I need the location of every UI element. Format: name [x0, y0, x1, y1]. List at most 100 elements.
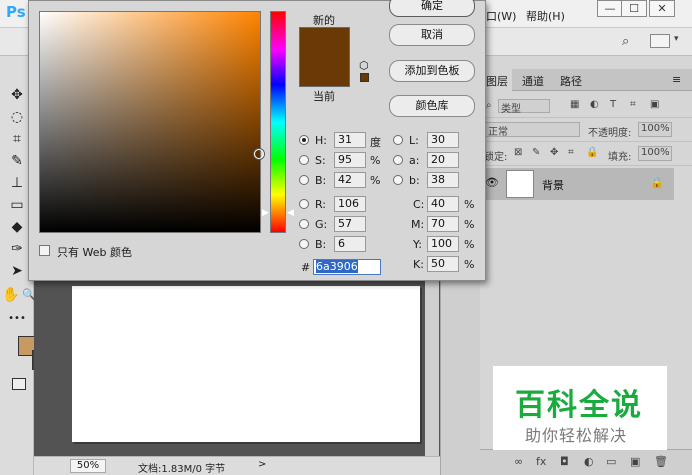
filter-smart-icon[interactable]: ▣ [650, 99, 659, 110]
saturation-field[interactable]: 95 [334, 152, 366, 168]
lab-a-label: a: [409, 154, 420, 167]
color-picker-dialog: ▶ ◀ 新的 当前 ⬡ 确定 取消 添加到色板 颜色库 H: 31 度 S: 9… [28, 0, 486, 281]
minimize-button[interactable]: — [597, 0, 623, 17]
hex-field[interactable]: 6a3906 [313, 259, 381, 275]
lock-all-icon[interactable]: 🔒 [586, 147, 598, 158]
yellow-unit: % [464, 238, 475, 251]
fill-label: 填充: [608, 152, 632, 163]
maximize-button[interactable]: ☐ [621, 0, 647, 17]
add-mask-icon[interactable]: ◘ [560, 455, 569, 468]
filter-type-select[interactable]: 类型 [498, 99, 550, 115]
green-field[interactable]: 57 [334, 216, 366, 232]
workspace-switcher-icon[interactable] [650, 34, 670, 48]
chevron-right-icon[interactable]: > [258, 459, 266, 470]
hue-slider[interactable] [270, 11, 286, 233]
watermark-title: 百科全说 [515, 388, 643, 423]
web-safe-swatch[interactable] [360, 73, 369, 82]
lock-label: 锁定: [484, 152, 508, 163]
hex-value: 6a3906 [316, 260, 358, 273]
blue-field[interactable]: 6 [334, 236, 366, 252]
brightness-label: B: [315, 174, 327, 187]
lab-l-radio[interactable] [393, 135, 403, 145]
green-radio[interactable] [299, 219, 309, 229]
new-layer-icon[interactable]: ▣ [630, 455, 640, 468]
delete-layer-icon[interactable]: 🗑 [654, 455, 668, 468]
black-field[interactable]: 50 [427, 256, 459, 272]
lock-row: 锁定: ⊠ ✎ ✥ ⌗ 🔒 填充: 100% [480, 142, 692, 166]
lock-paint-icon[interactable]: ✎ [532, 147, 540, 158]
search-icon[interactable]: ⌕ [622, 34, 629, 49]
visibility-eye-icon[interactable]: 👁 [485, 176, 499, 189]
filter-shape-icon[interactable]: ⌗ [630, 99, 636, 110]
tab-layers[interactable]: 图层 [482, 69, 512, 91]
opacity-field[interactable]: 100% [638, 122, 672, 137]
lock-pixels-icon[interactable]: ⊠ [514, 147, 522, 158]
blend-mode-select[interactable]: 正常 [484, 122, 580, 138]
lab-b-field[interactable]: 38 [427, 172, 459, 188]
hue-radio[interactable] [299, 135, 309, 145]
red-field[interactable]: 106 [334, 196, 366, 212]
hue-field[interactable]: 31 [334, 132, 366, 148]
fx-icon[interactable]: fx [536, 455, 546, 468]
lab-l-field[interactable]: 30 [427, 132, 459, 148]
magenta-label: M: [411, 218, 425, 231]
saturation-brightness-field[interactable] [39, 11, 264, 233]
menu-help[interactable]: 帮助(H) [526, 8, 565, 24]
layer-filter-row: ⌕ 类型 ▦ ◐ T ⌗ ▣ [480, 94, 692, 118]
red-radio[interactable] [299, 199, 309, 209]
filter-text-icon[interactable]: T [610, 99, 616, 110]
quick-mask-icon[interactable] [12, 378, 26, 390]
web-safe-cube-icon[interactable]: ⬡ [359, 59, 369, 72]
adjustment-layer-icon[interactable]: ◐ [584, 455, 594, 468]
filter-image-icon[interactable]: ▦ [570, 99, 579, 110]
lock-position-icon[interactable]: ✥ [550, 147, 558, 158]
yellow-field[interactable]: 100 [427, 236, 459, 252]
green-label: G: [315, 218, 328, 231]
cancel-button[interactable]: 取消 [389, 24, 475, 46]
lab-b-radio[interactable] [393, 175, 403, 185]
lock-artboard-icon[interactable]: ⌗ [568, 147, 574, 158]
blend-row: 正常 不透明度: 100% [480, 118, 692, 142]
close-window-button[interactable]: ✕ [649, 0, 675, 17]
lab-a-field[interactable]: 20 [427, 152, 459, 168]
brightness-field[interactable]: 42 [334, 172, 366, 188]
magenta-field[interactable]: 70 [427, 216, 459, 232]
document-canvas[interactable] [72, 286, 420, 442]
lab-a-radio[interactable] [393, 155, 403, 165]
add-to-swatches-button[interactable]: 添加到色板 [389, 60, 475, 82]
color-libraries-button[interactable]: 颜色库 [389, 95, 475, 117]
filter-adjust-icon[interactable]: ◐ [590, 99, 599, 110]
panel-tabs: 图层 通道 路径 ≡ [480, 69, 692, 91]
chevron-down-icon[interactable]: ▾ [674, 34, 679, 44]
cyan-field[interactable]: 40 [427, 196, 459, 212]
hue-slider-left-arrow-icon[interactable]: ▶ [262, 208, 269, 218]
more-tools-icon[interactable]: ••• [0, 308, 34, 330]
hue-slider-right-arrow-icon[interactable]: ◀ [287, 208, 294, 218]
tab-channels[interactable]: 通道 [522, 73, 544, 89]
color-field-marker[interactable] [254, 149, 264, 159]
web-colors-only-checkbox[interactable] [39, 245, 50, 256]
filter-icon: ⌕ [486, 100, 492, 111]
layers-footer: ∞ fx ◘ ◐ ▭ ▣ 🗑 [480, 449, 692, 475]
blue-label: B: [315, 238, 327, 251]
new-color-label: 新的 [313, 14, 335, 27]
status-bar: 50% 文档:1.83M/0 字节 > [34, 456, 440, 475]
fill-field[interactable]: 100% [638, 146, 672, 161]
cyan-label: C: [413, 198, 425, 211]
link-layers-icon[interactable]: ∞ [514, 455, 523, 468]
tab-paths[interactable]: 路径 [560, 73, 582, 89]
saturation-radio[interactable] [299, 155, 309, 165]
new-group-icon[interactable]: ▭ [606, 455, 616, 468]
brightness-radio[interactable] [299, 175, 309, 185]
blue-radio[interactable] [299, 239, 309, 249]
cyan-unit: % [464, 198, 475, 211]
layer-row[interactable]: 👁 背景 🔒 [480, 168, 674, 200]
panel-menu-icon[interactable]: ≡ [672, 73, 681, 86]
zoom-field[interactable]: 50% [70, 459, 106, 473]
current-color-swatch[interactable] [299, 57, 350, 87]
opacity-label: 不透明度: [588, 128, 632, 139]
yellow-label: Y: [413, 238, 422, 251]
menu-window[interactable]: 口(W) [486, 8, 516, 24]
ok-button[interactable]: 确定 [389, 0, 475, 17]
black-unit: % [464, 258, 475, 271]
